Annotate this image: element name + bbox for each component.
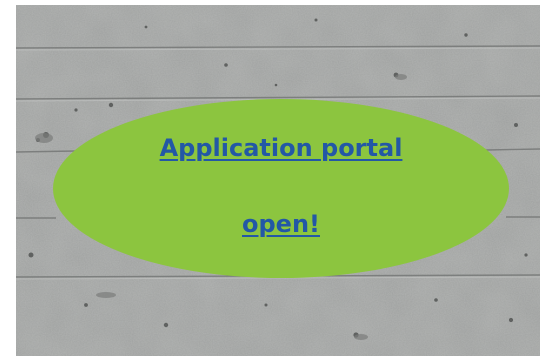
- application-portal-link[interactable]: Application portal open!: [160, 91, 403, 281]
- concrete-background-image: Application portal open!: [16, 5, 540, 356]
- link-text-line-1: Application portal: [159, 133, 403, 162]
- announcement-ellipse: Application portal open!: [53, 99, 509, 278]
- link-text-line-2: open!: [242, 209, 320, 238]
